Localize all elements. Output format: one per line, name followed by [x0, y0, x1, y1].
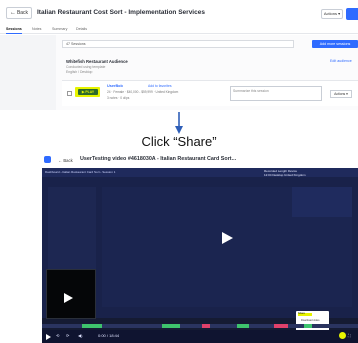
- rewind-icon[interactable]: ⟲: [56, 333, 59, 338]
- player-header: ← Back UserTesting video #4618030A - Ita…: [42, 154, 358, 168]
- add-sessions-button[interactable]: Add more sessions: [312, 40, 358, 48]
- timeline-marker[interactable]: [82, 324, 102, 328]
- play-button[interactable]: ▶ PLAY: [78, 89, 98, 95]
- down-arrow-icon: [175, 112, 183, 134]
- play-control-icon[interactable]: [46, 334, 51, 340]
- video-player-screenshot: ← Back UserTesting video #4618030A - Ita…: [42, 154, 358, 343]
- player-back-button[interactable]: ← Back: [58, 158, 73, 163]
- timeline-marker[interactable]: [237, 324, 249, 328]
- timeline-marker[interactable]: [274, 324, 288, 328]
- forward-icon[interactable]: ⟳: [66, 333, 69, 338]
- timeline-marker[interactable]: [304, 324, 312, 328]
- timeline-marker[interactable]: [162, 324, 180, 328]
- tab-sessions[interactable]: Sessions: [6, 27, 22, 34]
- row-checkbox[interactable]: [67, 91, 72, 96]
- player-controls: [42, 330, 358, 343]
- page-title: Italian Restaurant Cost Sort - Implement…: [37, 9, 205, 16]
- logo-icon: [44, 156, 51, 163]
- fullscreen-icon[interactable]: ⛶: [348, 333, 351, 338]
- row-actions-button[interactable]: Actions ▾: [330, 90, 352, 98]
- primary-button[interactable]: [346, 8, 358, 20]
- tab-details[interactable]: Details: [76, 27, 87, 31]
- back-arrow-icon: ←: [9, 10, 16, 16]
- timeline-marker[interactable]: [202, 324, 210, 328]
- back-button[interactable]: ←Back: [6, 7, 32, 19]
- actions-button[interactable]: Actions ▾: [321, 9, 343, 19]
- video-title: UserTesting video #4618030A - Italian Re…: [80, 156, 237, 162]
- participant-notes-count: 3 notes · 0 clips: [107, 96, 130, 100]
- instruction-caption: Click “Share”: [141, 134, 217, 149]
- download-menu-item[interactable]: Download video: [301, 319, 319, 322]
- audience-subtitle: Conducted using template: [66, 65, 106, 69]
- sidebar: [0, 35, 56, 110]
- volume-icon[interactable]: ◀): [78, 333, 82, 338]
- tab-summary[interactable]: Summary: [52, 27, 67, 31]
- share-menu-item[interactable]: Share: [298, 312, 305, 315]
- breadcrumb: Dashboard › Italian Restaurant Card Sort…: [45, 170, 116, 174]
- participant-name[interactable]: UserBob: [107, 84, 123, 88]
- play-icon[interactable]: [222, 232, 233, 244]
- tab-notes[interactable]: Notes: [32, 27, 41, 31]
- webcam-play-icon[interactable]: [64, 293, 73, 303]
- recorded-panel: [292, 187, 352, 217]
- session-filter-input[interactable]: 47 Sessions: [62, 40, 294, 48]
- add-favorites-link[interactable]: Add to favorites: [148, 84, 172, 88]
- audience-language: English / Desktop: [66, 70, 93, 74]
- recording-breadcrumb-bar: Dashboard › Italian Restaurant Card Sort…: [42, 168, 358, 177]
- edit-audience-link[interactable]: Edit audience: [330, 59, 352, 63]
- share-icon[interactable]: [339, 332, 346, 339]
- participant-demographics: 24 · Female · $40,000 - $59,999 · United…: [107, 90, 179, 94]
- app-screenshot: ←Back Italian Restaurant Cost Sort - Imp…: [0, 0, 358, 110]
- summary-textarea[interactable]: Summarize this session: [230, 86, 322, 101]
- audience-title: Whitefish Restaurant Audience: [66, 59, 128, 64]
- time-display: 0:00 / 18:44: [98, 333, 120, 338]
